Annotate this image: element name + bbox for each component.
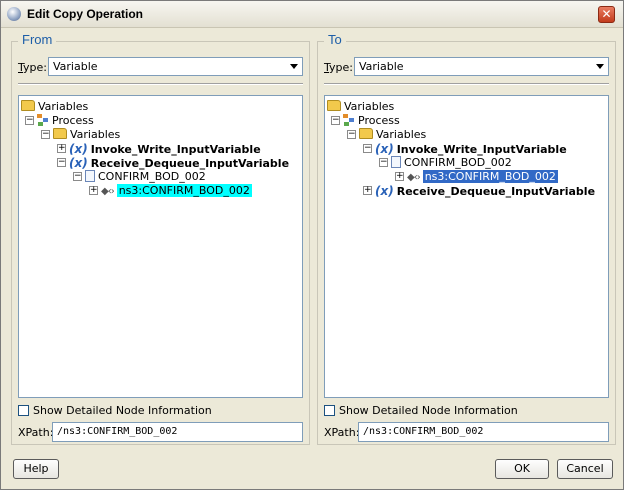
app-icon <box>7 7 21 21</box>
folder-icon <box>327 100 341 111</box>
collapse-icon[interactable]: − <box>73 172 82 181</box>
chevron-down-icon <box>596 64 604 69</box>
to-show-details-row[interactable]: Show Detailed Node Information <box>324 404 518 418</box>
to-separator <box>324 83 609 85</box>
to-tree-doc[interactable]: CONFIRM_BOD_002 <box>391 156 512 170</box>
from-separator <box>18 83 303 85</box>
to-xpath-row: XPath: /ns3:CONFIRM_BOD_002 <box>324 422 609 442</box>
tree-label: Variables <box>376 128 427 141</box>
from-xpath-row: XPath: /ns3:CONFIRM_BOD_002 <box>18 422 303 442</box>
tree-label: Variables <box>38 100 89 113</box>
cancel-button[interactable]: Cancel <box>557 459 613 479</box>
to-xpath-label: XPath: <box>324 426 360 439</box>
tree-label: Receive_Dequeue_InputVariable <box>90 157 290 170</box>
from-type-select[interactable]: Variable <box>48 57 303 76</box>
dialog-title: Edit Copy Operation <box>27 7 144 21</box>
to-xpath-input[interactable]: /ns3:CONFIRM_BOD_002 <box>358 422 609 442</box>
from-tree[interactable]: Variables − Process − Variables + (x) Inv… <box>18 95 303 398</box>
process-icon <box>37 114 49 126</box>
tree-label: Variables <box>70 128 121 141</box>
to-type-row: Type: Variable <box>324 57 609 77</box>
to-type-select[interactable]: Variable <box>354 57 609 76</box>
from-type-label: Type: <box>18 61 47 74</box>
tree-label: Receive_Dequeue_InputVariable <box>396 185 596 198</box>
tree-label-selected: ns3:CONFIRM_BOD_002 <box>116 184 252 197</box>
edit-copy-operation-dialog: Edit Copy Operation ✕ From Type: Variabl… <box>0 0 624 490</box>
to-show-details-checkbox[interactable] <box>324 405 335 416</box>
to-tree-variables[interactable]: Variables <box>359 128 426 142</box>
tree-label: Process <box>52 114 94 127</box>
from-panel-title: From <box>18 32 57 47</box>
element-icon: ◆‹› <box>101 186 115 197</box>
to-show-details-label: Show Detailed Node Information <box>339 404 518 417</box>
folder-icon <box>359 128 373 139</box>
collapse-icon[interactable]: − <box>25 116 34 125</box>
folder-icon <box>53 128 67 139</box>
from-xpath-label: XPath: <box>18 426 54 439</box>
from-tree-variables-root[interactable]: Variables <box>21 100 88 114</box>
to-tree-process[interactable]: Process <box>343 114 400 128</box>
to-type-value: Variable <box>359 60 404 73</box>
document-icon <box>85 170 95 182</box>
expand-icon[interactable]: + <box>395 172 404 181</box>
to-tree-variables-root[interactable]: Variables <box>327 100 394 114</box>
variable-icon: (x) <box>69 142 88 156</box>
process-icon <box>343 114 355 126</box>
expand-icon[interactable]: + <box>89 186 98 195</box>
from-type-value: Variable <box>53 60 98 73</box>
ok-button[interactable]: OK <box>495 459 549 479</box>
tree-label-selected: ns3:CONFIRM_BOD_002 <box>422 170 558 183</box>
help-button[interactable]: Help <box>13 459 59 479</box>
tree-label: Variables <box>344 100 395 113</box>
collapse-icon[interactable]: − <box>331 116 340 125</box>
from-tree-var2[interactable]: (x) Receive_Dequeue_InputVariable <box>69 156 289 170</box>
title-bar[interactable]: Edit Copy Operation ✕ <box>1 1 623 28</box>
collapse-icon[interactable]: − <box>57 158 66 167</box>
to-tree-element[interactable]: ◆‹› ns3:CONFIRM_BOD_002 <box>407 170 558 184</box>
to-type-label: Type: <box>324 61 353 74</box>
element-icon: ◆‹› <box>407 172 421 183</box>
tree-label: CONFIRM_BOD_002 <box>98 170 206 183</box>
chevron-down-icon <box>290 64 298 69</box>
from-tree-doc[interactable]: CONFIRM_BOD_002 <box>85 170 206 184</box>
from-show-details-label: Show Detailed Node Information <box>33 404 212 417</box>
document-icon <box>391 156 401 168</box>
from-tree-element[interactable]: ◆‹› ns3:CONFIRM_BOD_002 <box>101 184 252 198</box>
expand-icon[interactable]: + <box>363 186 372 195</box>
variable-icon: (x) <box>69 156 88 170</box>
collapse-icon[interactable]: − <box>363 144 372 153</box>
from-tree-variables[interactable]: Variables <box>53 128 120 142</box>
tree-label: Invoke_Write_InputVariable <box>90 143 261 156</box>
expand-icon[interactable]: + <box>57 144 66 153</box>
collapse-icon[interactable]: − <box>41 130 50 139</box>
to-tree-var2[interactable]: (x) Receive_Dequeue_InputVariable <box>375 184 595 198</box>
to-tree-var1[interactable]: (x) Invoke_Write_InputVariable <box>375 142 567 156</box>
from-panel: From Type: Variable Variables − Process … <box>11 32 310 445</box>
to-tree[interactable]: Variables − Process − Variables − (x) Inv… <box>324 95 609 398</box>
from-type-row: Type: Variable <box>18 57 303 77</box>
from-show-details-row[interactable]: Show Detailed Node Information <box>18 404 212 418</box>
from-tree-var1[interactable]: (x) Invoke_Write_InputVariable <box>69 142 261 156</box>
tree-label: Invoke_Write_InputVariable <box>396 143 567 156</box>
to-panel: To Type: Variable Variables − Process − … <box>317 32 616 445</box>
collapse-icon[interactable]: − <box>347 130 356 139</box>
folder-icon <box>21 100 35 111</box>
tree-label: Process <box>358 114 400 127</box>
to-panel-title: To <box>324 32 346 47</box>
tree-label: CONFIRM_BOD_002 <box>404 156 512 169</box>
close-button[interactable]: ✕ <box>598 6 615 23</box>
collapse-icon[interactable]: − <box>379 158 388 167</box>
from-xpath-input[interactable]: /ns3:CONFIRM_BOD_002 <box>52 422 303 442</box>
from-show-details-checkbox[interactable] <box>18 405 29 416</box>
from-tree-process[interactable]: Process <box>37 114 94 128</box>
variable-icon: (x) <box>375 184 394 198</box>
variable-icon: (x) <box>375 142 394 156</box>
